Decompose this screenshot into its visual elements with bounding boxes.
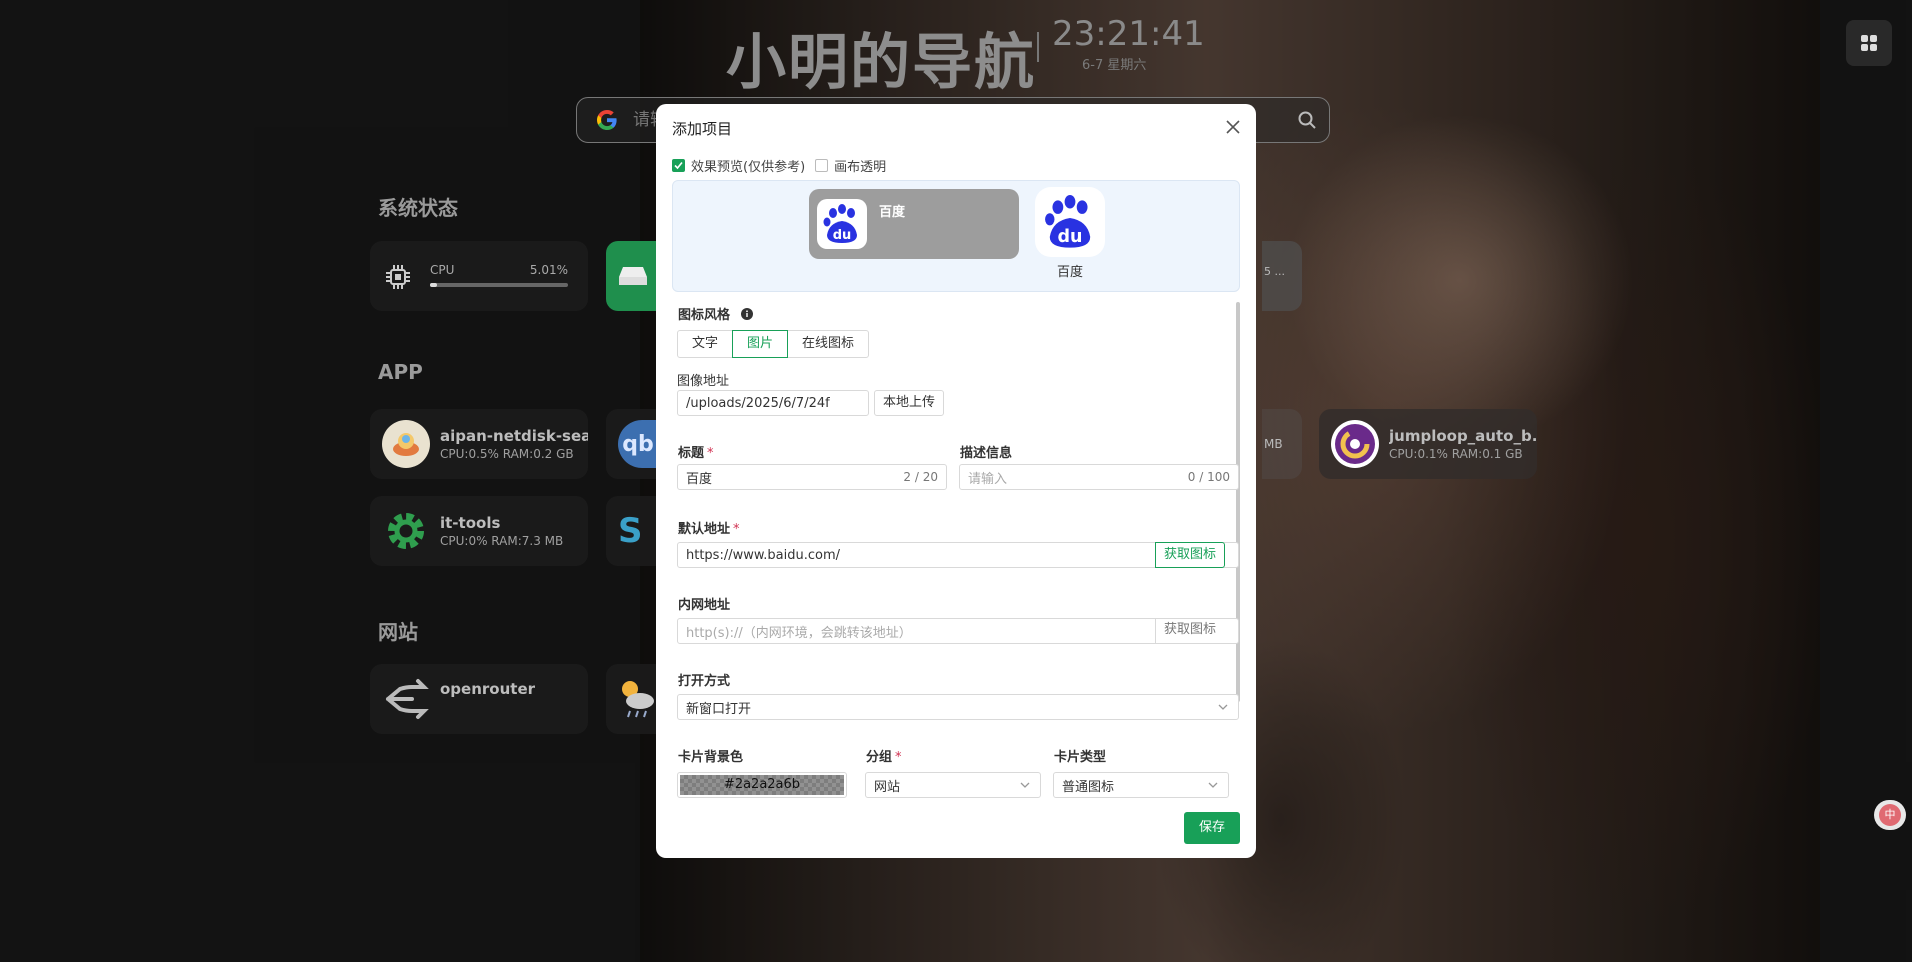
image-url-label: 图像地址	[677, 374, 730, 389]
s-app-icon: S	[618, 511, 643, 551]
color-swatch: #2a2a2a6b	[680, 775, 844, 795]
info-icon[interactable]	[740, 308, 753, 320]
preview-card-title: 百度	[879, 205, 906, 220]
chevron-down-icon	[1020, 782, 1030, 788]
description-char-count: 0 / 100	[1187, 470, 1230, 484]
lan-url-label: 内网地址	[678, 598, 731, 613]
app-card-jumploop[interactable]: jumploop_auto_b... CPU:0.1% RAM:0.1 GB	[1319, 409, 1537, 479]
save-button[interactable]: 保存	[1184, 812, 1240, 844]
preview-icon-label: 百度	[1056, 265, 1083, 280]
title-char-count: 2 / 20	[903, 470, 938, 484]
app-card-it-tools[interactable]: it-tools CPU:0% RAM:7.3 MB	[370, 496, 588, 566]
open-mode-select[interactable]: 新窗口打开	[677, 694, 1239, 720]
grid-icon	[1861, 35, 1877, 51]
close-icon[interactable]	[1224, 118, 1242, 136]
aipan-app-icon	[382, 420, 430, 468]
app-card-partial-s[interactable]: S	[606, 496, 658, 566]
app-card-partial[interactable]: MB	[1262, 409, 1302, 479]
description-input[interactable]: 请输入 0 / 100	[959, 464, 1239, 490]
transparent-checkbox-label[interactable]: 画布透明	[834, 156, 886, 175]
dialog-title: 添加项目	[672, 120, 733, 138]
icon-style-label: 图标风格	[678, 304, 753, 323]
title-input[interactable]: 百度 2 / 20	[677, 464, 947, 490]
image-url-input[interactable]: /uploads/2025/6/7/24f	[677, 390, 869, 416]
chevron-down-icon	[1208, 782, 1218, 788]
fetch-icon-button-lan[interactable]: 获取图标	[1155, 618, 1224, 644]
app-name: it-tools	[440, 514, 501, 532]
clock-date: 6-7 星期六	[1082, 58, 1147, 73]
disk-status-card	[606, 241, 658, 311]
fetch-icon-button[interactable]: 获取图标	[1155, 542, 1226, 568]
icon-style-option-text[interactable]: 文字	[677, 330, 734, 358]
cpu-chip-icon	[386, 265, 410, 289]
site-card-openrouter[interactable]: openrouter	[370, 664, 588, 734]
default-url-label: 默认地址 *	[678, 522, 740, 537]
clock-time: 23:21:41	[1052, 14, 1205, 54]
translate-icon: 中	[1879, 804, 1901, 826]
section-title-system: 系统状态	[378, 196, 458, 220]
cpu-progress-track	[430, 283, 568, 287]
cpu-status-card: CPU 5.01%	[370, 241, 588, 311]
baidu-icon-large: du	[1035, 187, 1105, 257]
icon-style-option-image[interactable]: 图片	[732, 330, 789, 358]
transparent-checkbox[interactable]	[815, 159, 829, 172]
site-name: openrouter	[440, 680, 536, 698]
chevron-down-icon	[1218, 704, 1228, 710]
preview-card: du 百度	[809, 189, 1019, 259]
qbittorrent-icon: qb	[618, 420, 658, 468]
card-type-label: 卡片类型	[1054, 750, 1107, 765]
card-bg-label: 卡片背景色	[678, 750, 744, 765]
preview-panel: du 百度 du 百度	[672, 180, 1240, 292]
group-select[interactable]: 网站	[865, 772, 1041, 798]
check-icon	[674, 161, 683, 170]
app-name: aipan-netdisk-sea...	[440, 427, 588, 445]
title-divider	[1037, 32, 1039, 62]
section-title-site: 网站	[378, 620, 418, 644]
app-stats: CPU:0.5% RAM:0.2 GB	[440, 447, 574, 461]
search-icon[interactable]	[1297, 110, 1317, 130]
add-item-dialog: 添加项目 效果预览(仅供参考) 画布透明 du 百度 du 百度 图标风格 文字…	[656, 104, 1256, 858]
cpu-label: CPU	[430, 263, 455, 277]
baidu-icon: du	[817, 199, 867, 249]
site-card-weather[interactable]	[606, 664, 658, 734]
preview-options: 效果预览(仅供参考) 画布透明	[672, 156, 886, 175]
card-type-select[interactable]: 普通图标	[1053, 772, 1229, 798]
site-title: 小明的导航	[726, 28, 1036, 98]
open-mode-label: 打开方式	[678, 674, 731, 689]
group-label: 分组 *	[866, 750, 902, 765]
openrouter-icon	[382, 675, 430, 723]
icon-style-option-online[interactable]: 在线图标	[787, 330, 870, 358]
translate-float-button[interactable]: 中	[1874, 800, 1906, 830]
card-bg-color-picker[interactable]: #2a2a2a6b	[677, 772, 847, 798]
app-card-qbittorrent[interactable]: qb	[606, 409, 658, 479]
svg-text:du: du	[1057, 227, 1082, 247]
preview-checkbox-label[interactable]: 效果预览(仅供参考)	[691, 156, 805, 175]
title-field-label: 标题 *	[678, 446, 714, 461]
memory-status-card: 5 ...	[1262, 241, 1302, 311]
app-stats: CPU:0.1% RAM:0.1 GB	[1389, 447, 1523, 461]
jumploop-app-icon	[1331, 420, 1379, 468]
preview-checkbox[interactable]	[672, 159, 685, 172]
it-tools-gear-icon	[382, 507, 430, 555]
disk-icon	[619, 267, 647, 285]
description-label: 描述信息	[960, 446, 1013, 461]
google-icon[interactable]	[595, 108, 619, 132]
section-title-app: APP	[378, 360, 423, 384]
cpu-value: 5.01%	[529, 263, 568, 277]
app-card-aipan[interactable]: aipan-netdisk-sea... CPU:0.5% RAM:0.2 GB	[370, 409, 588, 479]
svg-text:du: du	[833, 228, 852, 243]
app-name: jumploop_auto_b...	[1389, 427, 1537, 445]
app-grid-button[interactable]	[1846, 20, 1892, 66]
cpu-progress-fill	[430, 283, 437, 287]
icon-style-segmented: 文字 图片 在线图标	[677, 330, 870, 358]
weather-icon	[622, 681, 654, 718]
app-stats: CPU:0% RAM:7.3 MB	[440, 534, 564, 548]
local-upload-button[interactable]: 本地上传	[874, 390, 945, 416]
